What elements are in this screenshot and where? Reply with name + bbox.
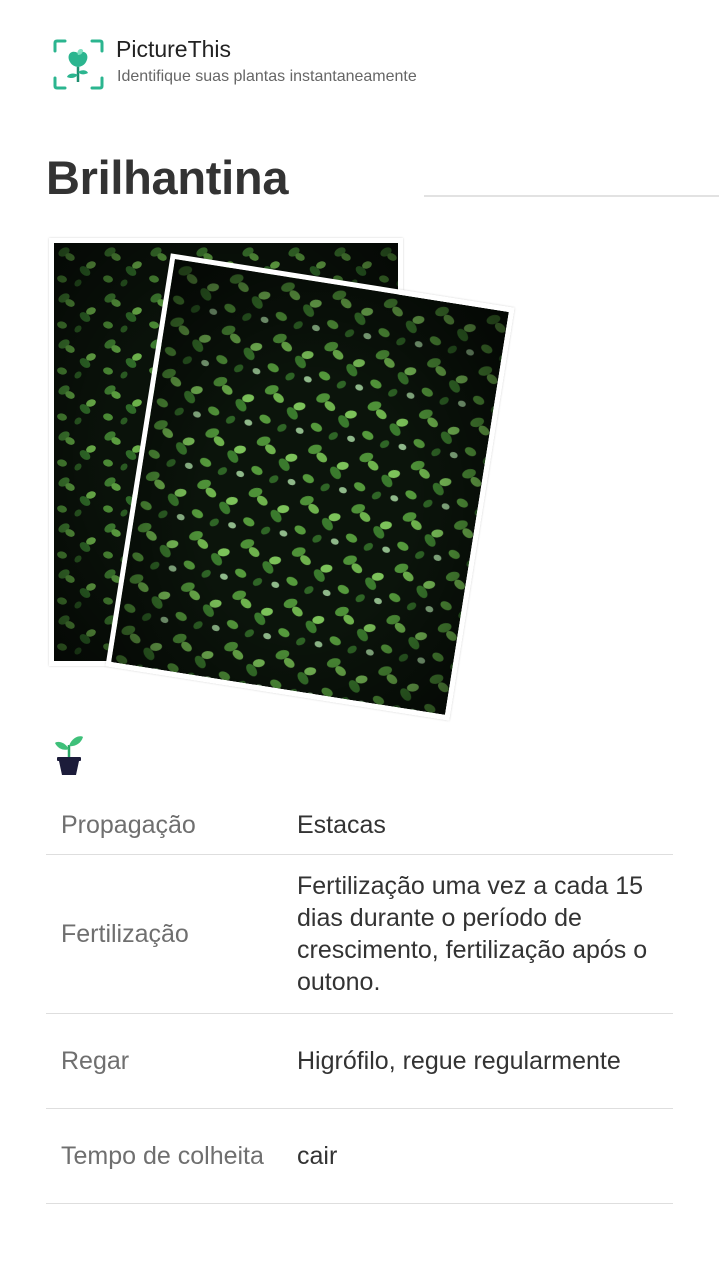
title-divider	[424, 195, 719, 197]
care-label: Tempo de colheita	[61, 1142, 264, 1170]
app-name: PictureThis	[116, 36, 232, 62]
care-value: Fertilização uma vez a cada 15 dias dura…	[297, 872, 648, 996]
care-value: Estacas	[297, 811, 386, 839]
care-row-harvest-time: Tempo de colheita cair	[46, 1109, 673, 1204]
plant-photo-front	[105, 253, 515, 721]
care-row-watering: Regar Higrófilo, regue regularmente	[46, 1014, 673, 1109]
care-label: Propagação	[61, 811, 196, 839]
care-label: Fertilização	[61, 920, 189, 948]
care-value: cair	[297, 1142, 338, 1170]
potted-sprout-icon	[52, 733, 86, 777]
app-tagline: Identifique suas plantas instantaneament…	[117, 68, 417, 85]
care-row-propagation: Propagação Estacas	[46, 796, 673, 855]
leaf-scan-icon	[53, 39, 104, 90]
care-table: Propagação Estacas Fertilização Fertiliz…	[46, 796, 673, 1204]
plant-title: Brilhantina	[46, 151, 289, 204]
plant-share-page: PictureThis Identifique suas plantas ins…	[0, 0, 719, 1281]
care-label: Regar	[61, 1047, 130, 1075]
care-row-fertilization: Fertilização Fertilização uma vez a cada…	[46, 855, 673, 1014]
care-value: Higrófilo, regue regularmente	[297, 1047, 621, 1075]
